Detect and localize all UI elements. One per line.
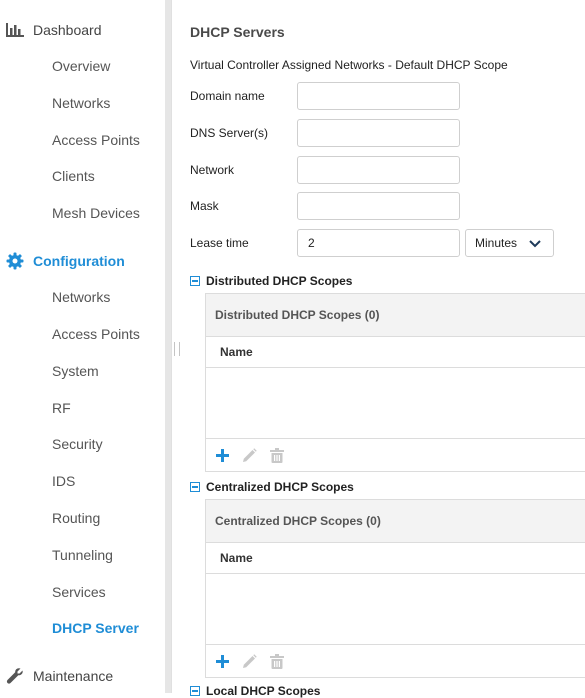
sidebar-item-ids[interactable]: IDS [52, 471, 75, 491]
centralized-scopes-panel: Centralized DHCP Scopes (0) Name [205, 499, 585, 678]
distributed-scopes-header: Distributed DHCP Scopes [206, 274, 353, 288]
sidebar-section-dashboard[interactable]: Dashboard [0, 19, 102, 41]
network-label: Network [190, 163, 235, 177]
plus-icon[interactable] [214, 653, 231, 670]
panel-title: Distributed DHCP Scopes (0) [206, 294, 585, 337]
table-body [206, 574, 585, 645]
sidebar-item-routing[interactable]: Routing [52, 508, 100, 528]
sidebar-item-security[interactable]: Security [52, 434, 103, 454]
collapse-icon [190, 686, 200, 696]
local-scopes-toggle[interactable]: Local DHCP Scopes [190, 684, 320, 698]
sidebar-item-dhcp-server[interactable]: DHCP Server [52, 618, 139, 638]
centralized-scopes-header: Centralized DHCP Scopes [206, 480, 354, 494]
sidebar-item-services[interactable]: Services [52, 582, 106, 602]
sidebar-item-tunneling[interactable]: Tunneling [52, 545, 113, 565]
bar-chart-icon [6, 21, 24, 39]
sidebar-item-system[interactable]: System [52, 361, 99, 381]
column-header-name[interactable]: Name [206, 543, 585, 574]
collapse-icon [190, 276, 200, 286]
network-input[interactable] [297, 156, 460, 184]
column-header-name[interactable]: Name [206, 337, 585, 368]
sidebar-section-configuration[interactable]: Configuration [0, 250, 125, 272]
panel-toolbar [206, 439, 585, 471]
distributed-scopes-toggle[interactable]: Distributed DHCP Scopes [190, 274, 352, 288]
lease-time-input[interactable] [297, 229, 460, 257]
lease-time-label: Lease time [190, 236, 249, 250]
trash-icon[interactable] [268, 653, 285, 670]
dns-servers-input[interactable] [297, 119, 460, 147]
sidebar: Dashboard Overview Networks Access Point… [0, 0, 165, 693]
dns-servers-label: DNS Server(s) [190, 126, 269, 140]
lease-unit-select[interactable]: Minutes [465, 229, 554, 257]
plus-icon[interactable] [214, 447, 231, 464]
sidebar-item-access-points[interactable]: Access Points [52, 130, 140, 150]
pencil-icon[interactable] [241, 447, 258, 464]
trash-icon[interactable] [268, 447, 285, 464]
panel-title: Centralized DHCP Scopes (0) [206, 500, 585, 543]
mask-input[interactable] [297, 192, 460, 220]
sidebar-item-networks[interactable]: Networks [52, 93, 110, 113]
page-title: DHCP Servers [190, 24, 285, 40]
lease-unit-value: Minutes [475, 236, 518, 250]
sidebar-item-mesh-devices[interactable]: Mesh Devices [52, 203, 140, 223]
chevron-down-icon [529, 238, 541, 252]
local-scopes-header: Local DHCP Scopes [206, 684, 321, 698]
main-content: DHCP Servers Virtual Controller Assigned… [172, 0, 585, 698]
mask-label: Mask [190, 199, 219, 213]
sidebar-section-label: Dashboard [33, 22, 102, 38]
gear-icon [6, 252, 24, 270]
sidebar-section-label: Maintenance [33, 668, 114, 684]
pencil-icon[interactable] [241, 653, 258, 670]
sidebar-item-networks[interactable]: Networks [52, 287, 110, 307]
sidebar-section-label: Configuration [33, 253, 125, 269]
table-body [206, 368, 585, 439]
domain-name-input[interactable] [297, 82, 460, 110]
wrench-icon [6, 667, 24, 685]
sidebar-item-clients[interactable]: Clients [52, 166, 95, 186]
sidebar-item-rf[interactable]: RF [52, 398, 71, 418]
domain-name-label: Domain name [190, 89, 265, 103]
sidebar-section-maintenance[interactable]: Maintenance [0, 665, 113, 687]
scope-subtitle: Virtual Controller Assigned Networks - D… [190, 58, 508, 72]
centralized-scopes-toggle[interactable]: Centralized DHCP Scopes [190, 480, 354, 494]
panel-toolbar [206, 645, 585, 677]
collapse-icon [190, 482, 200, 492]
sidebar-item-access-points[interactable]: Access Points [52, 324, 140, 344]
sidebar-item-overview[interactable]: Overview [52, 56, 110, 76]
distributed-scopes-panel: Distributed DHCP Scopes (0) Name [205, 293, 585, 472]
